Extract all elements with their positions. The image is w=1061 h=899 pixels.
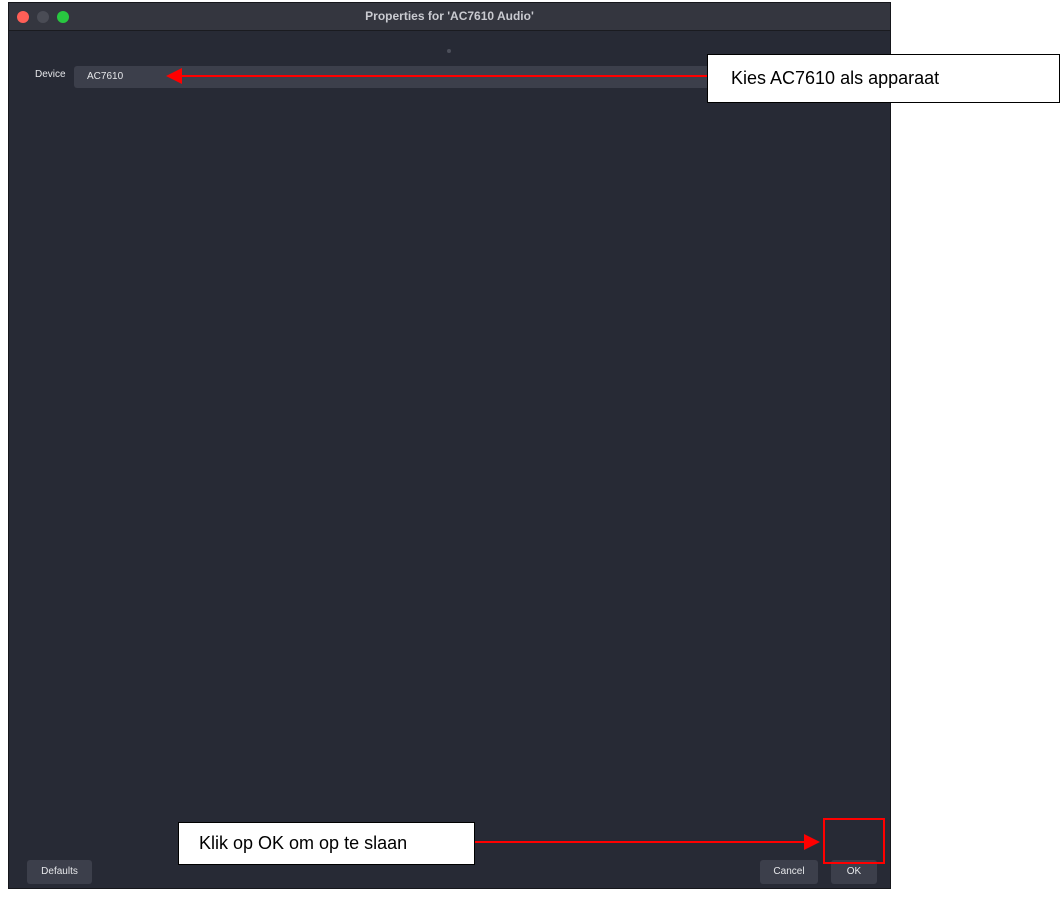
splitter-handle-icon[interactable] — [447, 49, 451, 53]
cancel-button[interactable]: Cancel — [760, 860, 818, 884]
device-callout: Kies AC7610 als apparaat — [707, 54, 1060, 103]
screenshot-stage: Properties for 'AC7610 Audio' Device AC7… — [0, 0, 1061, 899]
defaults-button[interactable]: Defaults — [27, 860, 92, 884]
ok-highlight-box — [823, 818, 885, 864]
device-label: Device — [35, 69, 66, 80]
title-bar: Properties for 'AC7610 Audio' — [9, 3, 890, 31]
window-title: Properties for 'AC7610 Audio' — [365, 9, 534, 23]
properties-content: Device AC7610 Defaults Cancel OK — [9, 31, 890, 888]
properties-window: Properties for 'AC7610 Audio' Device AC7… — [8, 2, 891, 889]
ok-callout: Klik op OK om op te slaan — [178, 822, 475, 865]
